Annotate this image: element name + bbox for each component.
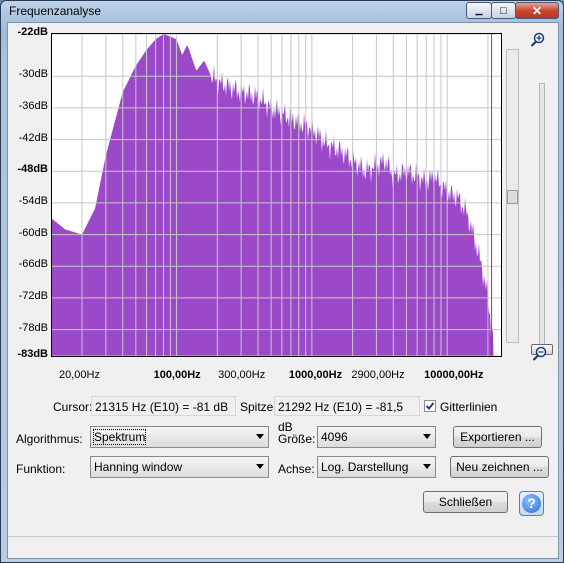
chevron-down-icon — [423, 434, 431, 439]
title-bar[interactable]: Frequenzanalyse ▁ □ ✕ — [1, 1, 563, 21]
scrollbar-thumb[interactable] — [507, 190, 518, 204]
x-tick-label: 1000,00Hz — [288, 369, 343, 381]
size-select[interactable]: 4096 — [317, 426, 436, 448]
y-tick-label: -54dB — [18, 194, 48, 207]
axis-select[interactable]: Log. Darstellung — [317, 456, 436, 478]
cursor-value-field: 21315 Hz (E10) = -81 dB — [91, 396, 236, 416]
grid-checkbox-label[interactable]: Gitterlinien — [440, 400, 497, 414]
export-button[interactable]: Exportieren ... — [453, 426, 542, 448]
zoom-slider-track[interactable] — [539, 83, 545, 355]
x-tick-label: 20,00Hz — [59, 369, 100, 381]
grid-checkbox[interactable] — [424, 400, 436, 412]
zoom-in-icon[interactable] — [530, 32, 546, 48]
minimize-button[interactable]: ▁ — [466, 2, 492, 19]
y-tick-label: -78dB — [18, 321, 48, 334]
axis-select-value: Log. Darstellung — [321, 460, 409, 474]
y-tick-label: -72dB — [18, 289, 48, 302]
help-icon: ? — [522, 494, 541, 513]
y-tick-label: -66dB — [18, 258, 48, 271]
plot-vertical-scrollbar[interactable] — [506, 49, 519, 343]
x-tick-label: 300,00Hz — [218, 369, 266, 381]
size-select-value: 4096 — [321, 430, 348, 444]
close-window-button[interactable]: ✕ — [515, 2, 559, 19]
close-icon: ✕ — [531, 3, 543, 18]
size-label: Größe: — [278, 432, 316, 446]
maximize-button[interactable]: □ — [491, 2, 516, 19]
minimize-icon: ▁ — [475, 5, 483, 15]
peak-label: Spitze: — [240, 400, 277, 414]
frequency-analysis-window: Frequenzanalyse ▁ □ ✕ -22dB -30dB -36dB -42… — [0, 0, 564, 563]
function-select[interactable]: Hanning window — [90, 456, 269, 478]
cursor-label: Cursor: — [53, 400, 93, 414]
peak-value-field: 21292 Hz (E10) = -81,5 dB — [274, 396, 420, 434]
x-tick-label: 100,00Hz — [153, 369, 201, 381]
y-tick-label: -22dB — [17, 26, 48, 38]
function-select-value: Hanning window — [94, 460, 183, 474]
algorithm-select-value: Spektrum — [92, 429, 147, 445]
y-tick-label: -30dB — [18, 68, 48, 81]
y-tick-label: -48dB — [17, 163, 48, 176]
x-tick-label: 10000,00Hz — [424, 369, 484, 381]
y-tick-label: -60dB — [18, 226, 48, 239]
maximize-icon: □ — [500, 4, 507, 17]
y-tick-label: -83dB — [17, 348, 48, 360]
spectrum-plot[interactable] — [51, 33, 502, 357]
status-bar — [8, 536, 558, 558]
chevron-down-icon — [256, 464, 264, 469]
algorithm-select[interactable]: Spektrum — [90, 426, 269, 448]
algorithm-label: Algorithmus: — [16, 432, 83, 446]
x-tick-label: 2900,00Hz — [351, 369, 405, 381]
axis-label: Achse: — [278, 462, 315, 476]
chevron-down-icon — [423, 464, 431, 469]
y-tick-label: -42dB — [18, 131, 48, 144]
chevron-down-icon — [256, 434, 264, 439]
function-label: Funktion: — [16, 462, 66, 476]
help-button[interactable]: ? — [519, 491, 544, 516]
close-button[interactable]: Schließen — [423, 491, 508, 513]
checkmark-icon — [425, 402, 435, 410]
spectrum-area — [52, 34, 494, 356]
spectrum-chart — [52, 34, 501, 356]
zoom-out-icon[interactable] — [532, 346, 548, 362]
dialog-body: -22dB -30dB -36dB -42dB -48dB -54dB -60dB -66dB… — [7, 22, 559, 559]
window-title: Frequenzanalyse — [9, 4, 102, 18]
redraw-button[interactable]: Neu zeichnen ... — [450, 456, 549, 478]
y-tick-label: -36dB — [18, 99, 48, 112]
